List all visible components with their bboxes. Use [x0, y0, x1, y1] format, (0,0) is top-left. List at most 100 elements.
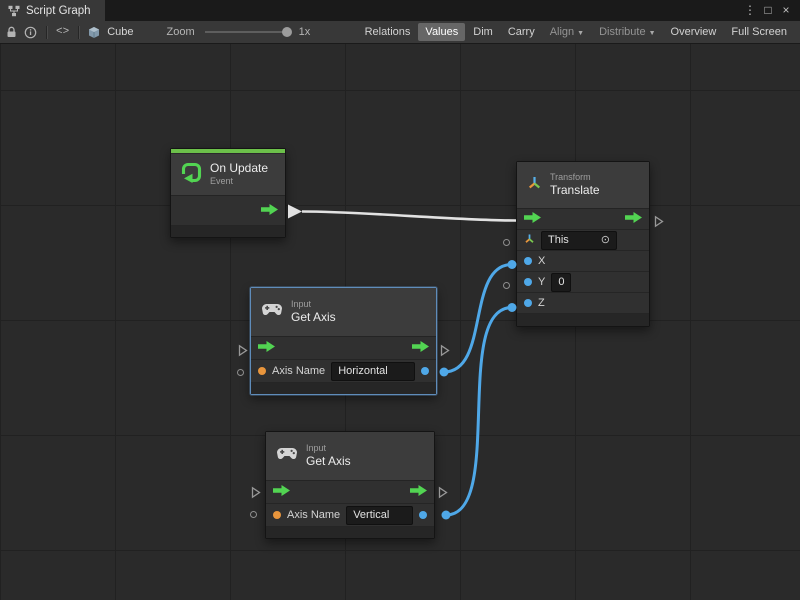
relations-button[interactable]: Relations [358, 23, 418, 41]
translate-flow-row [517, 209, 649, 230]
toolbar-separator [78, 26, 79, 39]
node-title: On Update [210, 161, 268, 176]
this-object-field[interactable]: This ⊙ [541, 231, 617, 250]
graph-canvas[interactable]: On Update Event Transform Translate [0, 44, 800, 600]
value-port-ring[interactable] [237, 369, 244, 376]
y-value-input[interactable]: 0 [551, 273, 571, 292]
on-update-flow-row [171, 196, 285, 226]
align-dropdown[interactable]: Align▼ [543, 23, 591, 41]
value-connection-horizontal-to-x[interactable] [444, 265, 512, 373]
node-get-axis-vertical[interactable]: Input Get Axis Axis Name Vertical [265, 431, 435, 539]
value-output-port[interactable] [419, 511, 427, 519]
flow-output-port[interactable] [412, 339, 429, 357]
carry-button[interactable]: Carry [501, 23, 542, 41]
string-port[interactable] [273, 511, 281, 519]
graph-toolbar: <> Cube Zoom 1x Relations Values Dim Car… [0, 21, 800, 44]
lock-icon[interactable] [6, 26, 17, 38]
distribute-dropdown[interactable]: Distribute▼ [592, 23, 662, 41]
transform-icon [527, 175, 542, 195]
translate-x-row: X [517, 251, 649, 272]
title-bar: Script Graph ⋮ □ × [0, 0, 800, 21]
get-axis-header: Input Get Axis [251, 288, 436, 337]
window-menu-icon[interactable]: ⋮ [741, 0, 759, 21]
node-get-axis-horizontal[interactable]: Input Get Axis Axis Name Horizontal [250, 287, 437, 395]
flow-connection-on-update-to-translate[interactable] [302, 212, 516, 221]
axis-name-input[interactable]: Horizontal [331, 362, 415, 381]
object-picker-icon[interactable]: ⊙ [601, 233, 610, 248]
get-axis-header: Input Get Axis [266, 432, 434, 481]
flow-port-triangle[interactable] [251, 486, 261, 499]
flow-port-triangle[interactable] [238, 344, 248, 357]
zoom-slider-handle[interactable] [282, 27, 292, 37]
flow-connection-arrowhead [288, 205, 302, 219]
value-port-x[interactable] [524, 257, 532, 265]
translate-this-row: This ⊙ [517, 230, 649, 251]
target-object-name[interactable]: Cube [107, 26, 133, 38]
axis-name-input[interactable]: Vertical [346, 506, 413, 525]
flow-port-triangle[interactable] [654, 215, 664, 228]
flow-output-port[interactable] [625, 210, 642, 228]
tab-title: Script Graph [26, 5, 91, 17]
y-port-label: Y [538, 276, 545, 288]
window-maximize-icon[interactable]: □ [759, 0, 777, 21]
value-output-port[interactable] [421, 367, 429, 375]
cube-icon [88, 26, 100, 39]
node-title: Get Axis [306, 454, 351, 469]
script-graph-icon [8, 5, 20, 17]
window-close-icon[interactable]: × [777, 0, 795, 21]
gamepad-icon [261, 303, 283, 321]
node-footer [266, 527, 434, 538]
node-subtitle: Event [210, 176, 268, 187]
node-footer [171, 226, 285, 237]
flow-port-triangle[interactable] [438, 486, 448, 499]
node-title: Translate [550, 183, 600, 198]
node-category: Input [291, 299, 336, 310]
code-view-icon[interactable]: <> [56, 26, 69, 38]
get-axis-flow-row [251, 337, 436, 360]
zoom-label: Zoom [167, 26, 195, 38]
value-port-z[interactable] [524, 299, 532, 307]
transform-mini-icon [524, 231, 535, 249]
value-port-y[interactable] [524, 278, 532, 286]
overview-button[interactable]: Overview [664, 23, 724, 41]
dim-button[interactable]: Dim [466, 23, 500, 41]
full-screen-button[interactable]: Full Screen [724, 23, 794, 41]
string-port[interactable] [258, 367, 266, 375]
get-axis-param-row: Axis Name Horizontal [251, 360, 436, 383]
value-port-ring[interactable] [503, 282, 510, 289]
tab-script-graph[interactable]: Script Graph [0, 0, 105, 21]
chevron-down-icon: ▼ [649, 30, 656, 37]
zoom-slider[interactable] [205, 31, 289, 33]
toolbar-buttons: Relations Values Dim Carry Align▼ Distri… [358, 23, 794, 41]
x-port-label: X [538, 255, 545, 267]
node-footer [517, 314, 649, 326]
window-controls: ⋮ □ × [741, 0, 800, 21]
get-axis-param-row: Axis Name Vertical [266, 504, 434, 527]
toolbar-separator [46, 26, 47, 39]
flow-port-triangle[interactable] [440, 344, 450, 357]
z-port-label: Z [538, 297, 545, 309]
node-on-update[interactable]: On Update Event [170, 148, 286, 238]
node-category: Transform [550, 172, 600, 183]
translate-y-row: Y 0 [517, 272, 649, 293]
translate-header: Transform Translate [517, 162, 649, 209]
value-port-ring[interactable] [250, 511, 257, 518]
gamepad-icon [276, 447, 298, 465]
value-port-ring[interactable] [503, 239, 510, 246]
chevron-down-icon: ▼ [577, 30, 584, 37]
connection-endpoint [442, 511, 451, 520]
zoom-value: 1x [299, 26, 311, 38]
flow-output-port[interactable] [410, 483, 427, 501]
info-icon[interactable] [24, 26, 37, 39]
flow-input-port[interactable] [524, 210, 541, 228]
flow-output-port[interactable] [261, 202, 278, 220]
axis-name-label: Axis Name [287, 509, 340, 521]
values-button[interactable]: Values [418, 23, 465, 41]
get-axis-flow-row [266, 481, 434, 504]
flow-input-port[interactable] [273, 483, 290, 501]
value-connection-vertical-to-z[interactable] [446, 308, 512, 516]
connection-endpoint [440, 368, 449, 377]
node-translate[interactable]: Transform Translate This ⊙ X [516, 161, 650, 327]
node-footer [251, 383, 436, 394]
flow-input-port[interactable] [258, 339, 275, 357]
